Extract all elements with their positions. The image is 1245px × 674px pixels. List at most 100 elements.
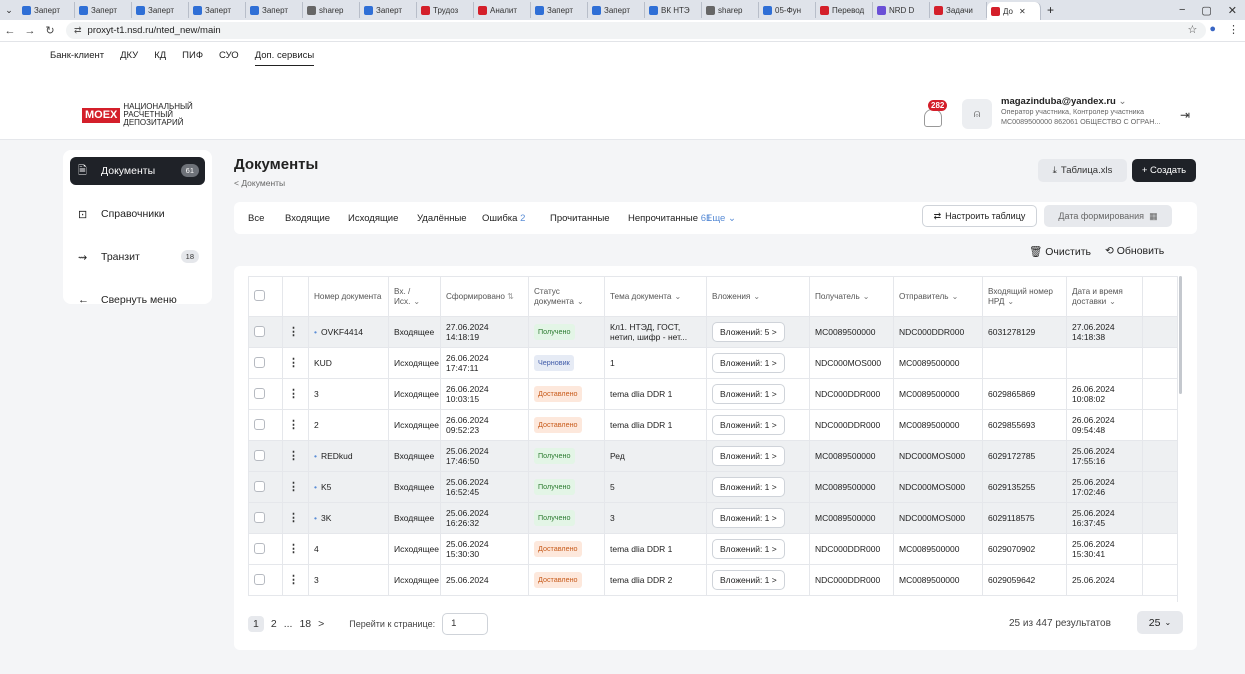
- select-all-checkbox[interactable]: [254, 289, 265, 301]
- user-info[interactable]: magazinduba@yandex.ru ⌄ Оператор участни…: [1001, 96, 1171, 127]
- row-checkbox[interactable]: [254, 356, 265, 368]
- nrd-logo[interactable]: MOEX НАЦИОНАЛЬНЫЙ РАСЧЕТНЫЙ ДЕПОЗИТАРИЙ: [82, 103, 193, 127]
- attachments-button[interactable]: Вложений: 5 >: [712, 322, 785, 342]
- page-link[interactable]: 2: [271, 618, 277, 630]
- kebab-menu-icon[interactable]: ⋮: [288, 419, 299, 431]
- browser-tab[interactable]: sharep: [702, 2, 759, 18]
- goto-page-input[interactable]: 1: [442, 613, 489, 635]
- filter-tab[interactable]: Непрочитанные 61: [628, 213, 711, 224]
- kebab-menu-icon[interactable]: ⋮: [288, 450, 299, 462]
- column-header[interactable]: Вх. / Исх. ⌄: [388, 276, 441, 317]
- browser-tab[interactable]: 05-Фун: [759, 2, 816, 18]
- table-row[interactable]: ⋮ • K5 Входящее 25.06.2024 16:52:45 Получено 5 В…: [248, 471, 1177, 503]
- site-menu-item[interactable]: Доп. сервисы: [254, 50, 315, 66]
- attachments-button[interactable]: Вложений: 1 >: [712, 446, 785, 466]
- attachments-button[interactable]: Вложений: 1 >: [712, 539, 785, 559]
- column-header[interactable]: Отправитель ⌄: [893, 276, 983, 317]
- browser-tab[interactable]: ВК НТЭ: [645, 2, 702, 18]
- table-row[interactable]: ⋮ 3 Исходящее 26.06.2024 10:03:15 Доставлено t…: [248, 378, 1177, 410]
- site-info-icon[interactable]: ⇄: [74, 25, 82, 36]
- doc-number[interactable]: 3: [314, 575, 319, 585]
- doc-number[interactable]: 3: [314, 389, 319, 399]
- table-row[interactable]: ⋮ • 3K Входящее 25.06.2024 16:26:32 Получено 3 В…: [248, 502, 1177, 534]
- site-menu-item[interactable]: Банк-клиент: [50, 50, 104, 66]
- browser-tab[interactable]: Перевод: [816, 2, 873, 18]
- filter-tab[interactable]: Удалённые: [417, 213, 467, 224]
- kebab-menu-icon[interactable]: ⋮: [288, 512, 299, 524]
- new-tab-button[interactable]: +: [1047, 3, 1054, 17]
- doc-number[interactable]: 3K: [321, 513, 331, 523]
- doc-number[interactable]: KUD: [314, 358, 332, 368]
- chevron-down-icon[interactable]: ⌄: [577, 297, 584, 306]
- kebab-menu-icon[interactable]: ⋮: [288, 543, 299, 555]
- maximize-button[interactable]: ▢: [1201, 4, 1211, 17]
- kebab-menu-icon[interactable]: ⋮: [288, 481, 299, 493]
- sidebar-item-4[interactable]: ← Свернуть меню: [70, 286, 205, 314]
- browser-tab[interactable]: sharep: [303, 2, 360, 18]
- row-checkbox[interactable]: [254, 542, 265, 554]
- doc-number[interactable]: K5: [321, 482, 331, 492]
- clear-button[interactable]: 🗑 Очистить: [1029, 245, 1091, 258]
- site-menu-item[interactable]: КД: [154, 50, 166, 66]
- row-checkbox[interactable]: [254, 325, 265, 337]
- row-checkbox[interactable]: [254, 449, 265, 461]
- profile-icon[interactable]: ●: [1209, 23, 1216, 36]
- doc-number[interactable]: 4: [314, 544, 319, 554]
- chevron-down-icon[interactable]: ⌄: [413, 297, 420, 306]
- filter-tab[interactable]: Все: [248, 213, 264, 224]
- table-row[interactable]: ⋮ 2 Исходящее 26.06.2024 09:52:23 Доставлено t…: [248, 409, 1177, 441]
- filter-tab[interactable]: Исходящие: [348, 213, 398, 224]
- tab-list-icon[interactable]: ⌄: [0, 5, 18, 16]
- next-page-icon[interactable]: >: [318, 618, 324, 630]
- browser-tab[interactable]: Заперт: [18, 2, 75, 18]
- sidebar-item-1[interactable]: 🗎 Документы 61: [70, 157, 205, 185]
- browser-tab[interactable]: Трудоз: [417, 2, 474, 18]
- configure-table-button[interactable]: ⇄ Настроить таблицу: [922, 205, 1037, 227]
- close-window-button[interactable]: ✕: [1228, 4, 1237, 17]
- row-checkbox[interactable]: [254, 511, 265, 523]
- browser-tab[interactable]: До ✕: [987, 2, 1041, 20]
- table-scrollbar[interactable]: [1178, 276, 1183, 602]
- page-size-select[interactable]: 25 ⌄: [1137, 611, 1183, 634]
- site-menu-item[interactable]: ПИФ: [182, 50, 203, 66]
- table-row[interactable]: ⋮ • OVKF4414 Входящее 27.06.2024 14:18:19 Полу…: [248, 316, 1177, 348]
- column-header[interactable]: Номер документа: [308, 276, 389, 317]
- browser-tab[interactable]: Заперт: [531, 2, 588, 18]
- browser-tab[interactable]: Заперт: [360, 2, 417, 18]
- minimize-button[interactable]: −: [1179, 4, 1185, 16]
- column-header[interactable]: Сформировано ⇅: [440, 276, 529, 317]
- table-row[interactable]: ⋮ KUD Исходящее 26.06.2024 17:47:11 Черновик 1…: [248, 347, 1177, 379]
- breadcrumb[interactable]: < Документы: [234, 178, 285, 188]
- browser-tab[interactable]: Заперт: [588, 2, 645, 18]
- table-row[interactable]: ⋮ • REDkud Входящее 25.06.2024 17:46:50 Получе…: [248, 440, 1177, 472]
- back-icon[interactable]: ←: [0, 25, 20, 37]
- table-row[interactable]: ⋮ 3 Исходящее 25.06.2024 Доставлено tema dlia…: [248, 564, 1177, 596]
- site-menu-item[interactable]: СУО: [219, 50, 239, 66]
- chevron-down-icon[interactable]: ⌄: [1109, 297, 1116, 306]
- attachments-button[interactable]: Вложений: 1 >: [712, 570, 785, 590]
- attachments-button[interactable]: Вложений: 1 >: [712, 353, 785, 373]
- row-checkbox[interactable]: [254, 387, 265, 399]
- browser-tab[interactable]: NRD D: [873, 2, 930, 18]
- sort-icon[interactable]: ⇅: [505, 292, 514, 301]
- browser-tab[interactable]: Заперт: [189, 2, 246, 18]
- page-link[interactable]: 1: [248, 616, 264, 632]
- row-checkbox[interactable]: [254, 573, 265, 585]
- attachments-button[interactable]: Вложений: 1 >: [712, 477, 785, 497]
- attachments-button[interactable]: Вложений: 1 >: [712, 415, 785, 435]
- kebab-menu-icon[interactable]: ⋮: [288, 388, 299, 400]
- reload-icon[interactable]: ↻: [40, 24, 60, 37]
- forward-icon[interactable]: →: [20, 25, 40, 37]
- chevron-down-icon[interactable]: ⌄: [863, 292, 870, 301]
- browser-menu-icon[interactable]: ⋮: [1228, 23, 1239, 36]
- filter-tab[interactable]: Ошибка 2: [482, 213, 525, 224]
- row-checkbox[interactable]: [254, 480, 265, 492]
- table-row[interactable]: ⋮ 4 Исходящее 25.06.2024 15:30:30 Доставлено t…: [248, 533, 1177, 565]
- filter-tab[interactable]: Прочитанные: [550, 213, 610, 224]
- attachments-button[interactable]: Вложений: 1 >: [712, 384, 785, 404]
- chevron-down-icon[interactable]: ⌄: [753, 292, 760, 301]
- filter-more[interactable]: Еще ⌄: [706, 213, 736, 224]
- kebab-menu-icon[interactable]: ⋮: [288, 574, 299, 586]
- column-header[interactable]: Вложения ⌄: [706, 276, 810, 317]
- column-header[interactable]: Статус документа ⌄: [528, 276, 605, 317]
